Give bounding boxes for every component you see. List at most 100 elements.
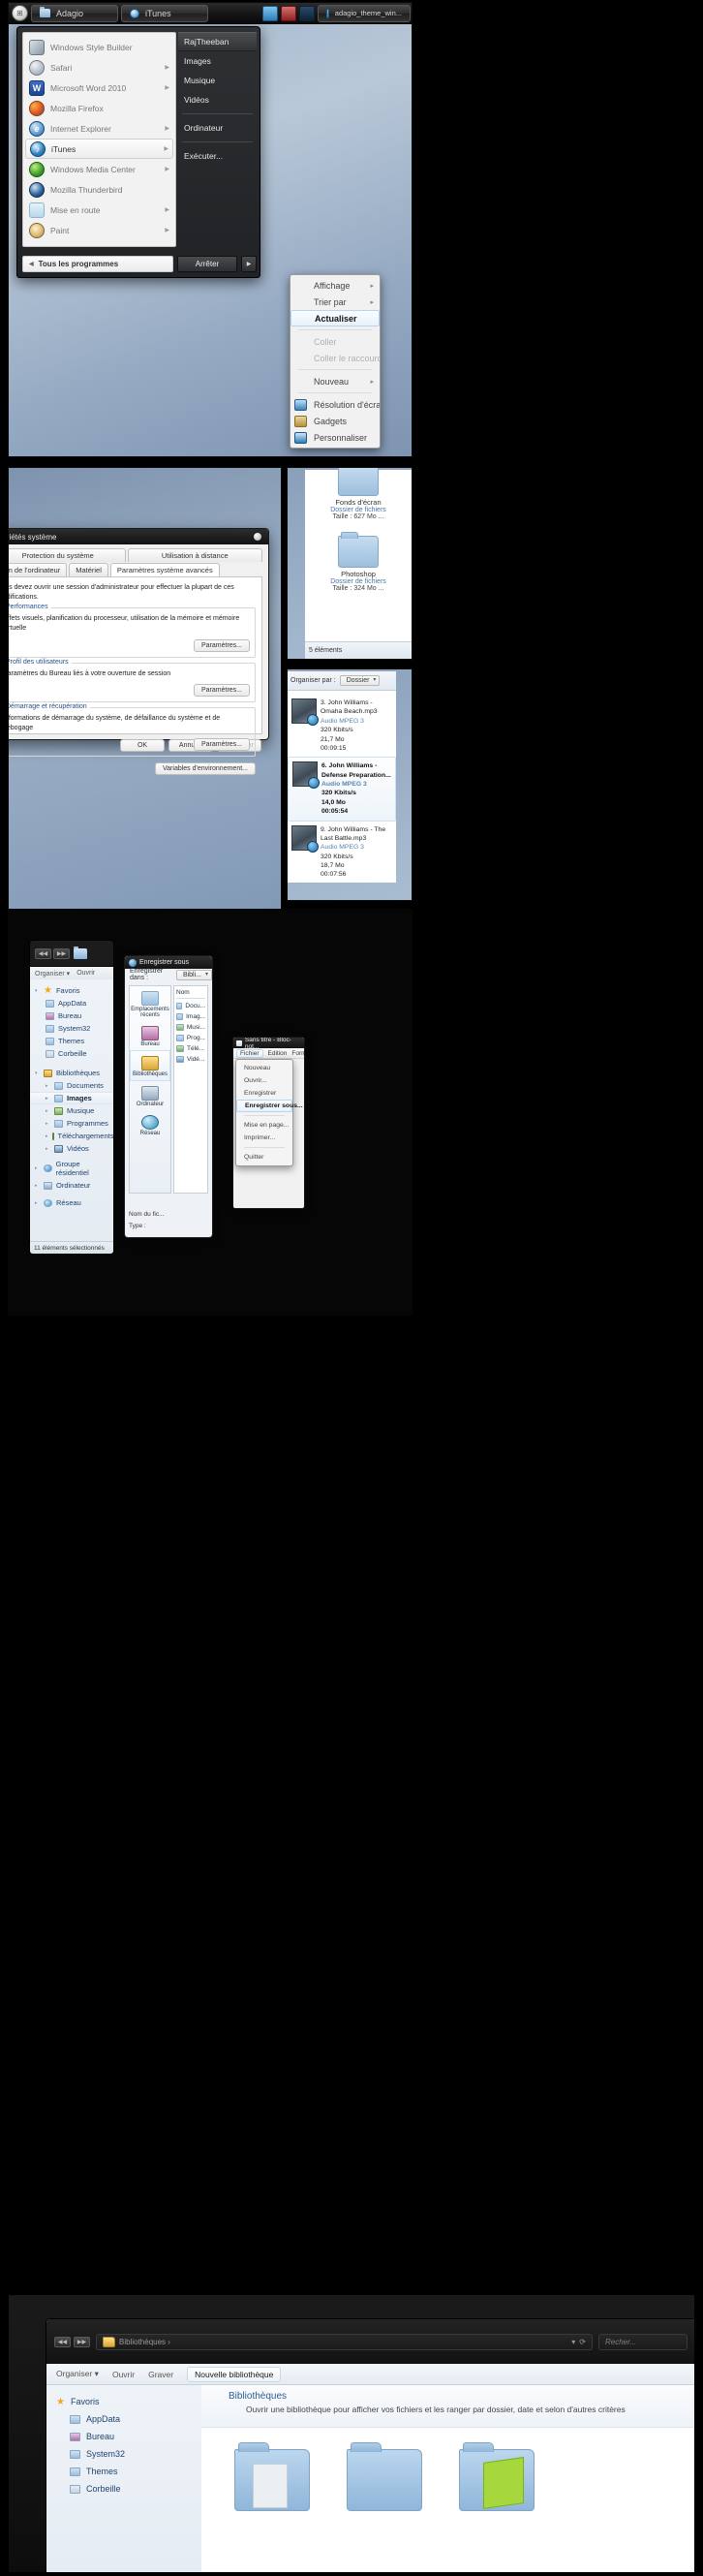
context-item-trier-par[interactable]: Trier par ▸ <box>290 294 380 310</box>
taskbar-item-itunes[interactable]: iTunes <box>121 4 208 22</box>
taskbar-item-theme[interactable]: adagio_theme_win... <box>318 4 411 22</box>
nav-item-groupe-residentiel[interactable]: ▸ Groupe résidentiel <box>30 1160 113 1177</box>
expand-arrow-icon[interactable]: ▸ <box>35 1165 40 1171</box>
startup-settings-button[interactable]: Paramètres... <box>193 737 250 751</box>
context-item-affichage[interactable]: Affichage ▸ <box>290 277 380 294</box>
menu-fichier[interactable]: Fichier <box>236 1048 263 1058</box>
organize-button[interactable]: Organiser ▾ <box>56 2369 99 2379</box>
place-bibliotheques[interactable]: Bibliothèques <box>130 1050 170 1081</box>
start-menu-item-thunderbird[interactable]: Mozilla Thunderbird <box>25 179 173 200</box>
start-menu-place-user[interactable]: RajTheeban <box>178 32 257 51</box>
menu-item-nouveau[interactable]: Nouveau <box>236 1062 292 1074</box>
menu-item-ouvrir[interactable]: Ouvrir... <box>236 1074 292 1087</box>
taskbar-item-adagio[interactable]: Adagio <box>31 4 118 22</box>
menu-item-quitter[interactable]: Quitter <box>236 1151 292 1164</box>
taskbar[interactable]: ⊞ Adagio iTunes adagio_theme_win... <box>9 3 412 24</box>
expand-arrow-icon[interactable]: ▸ <box>35 1200 40 1206</box>
column-header-nom[interactable]: Nom <box>176 989 205 999</box>
nav-item-appdata[interactable]: AppData <box>46 2410 201 2428</box>
expand-arrow-icon[interactable]: ▸ <box>46 1121 50 1127</box>
dialog-titlebar[interactable]: Propriétés système <box>9 529 268 544</box>
nav-item-documents[interactable]: ▸ Documents <box>30 1079 113 1092</box>
nav-item-images[interactable]: ▸ Images <box>30 1092 113 1104</box>
tab-utilisation-distance[interactable]: Utilisation à distance <box>127 548 262 562</box>
library-item-musique[interactable] <box>347 2442 422 2511</box>
nav-item-reseau[interactable]: ▸ Réseau <box>30 1196 113 1209</box>
library-item-documents[interactable] <box>234 2442 310 2511</box>
file-list-item[interactable]: Docu... <box>176 1001 205 1011</box>
userprofile-settings-button[interactable]: Paramètres... <box>193 683 250 697</box>
organize-dropdown[interactable]: Dossier <box>339 675 381 686</box>
start-orb-button[interactable]: ⊞ <box>12 5 28 21</box>
nav-item-telechargements[interactable]: ▸ Téléchargements <box>30 1130 113 1142</box>
shutdown-button[interactable]: Arrêter <box>177 256 237 272</box>
file-list-item[interactable]: Imag... <box>176 1011 205 1022</box>
nav-item-system32[interactable]: System32 <box>46 2445 201 2463</box>
expand-arrow-icon[interactable]: ▸ <box>46 1133 48 1139</box>
place-bureau[interactable]: Bureau <box>130 1021 170 1050</box>
menu-format[interactable]: Form... <box>291 1050 304 1057</box>
start-menu-place-videos[interactable]: Vidéos <box>178 90 257 109</box>
expand-arrow-icon[interactable]: ▸ <box>46 1083 50 1089</box>
organize-button[interactable]: Organiser ▾ <box>35 970 70 978</box>
nav-item-favoris[interactable]: ★ Favoris <box>46 2393 201 2410</box>
nav-item-appdata[interactable]: AppData <box>30 997 113 1009</box>
file-list-item[interactable]: Télé... <box>176 1043 205 1054</box>
expand-arrow-icon[interactable]: ▾ <box>35 1071 40 1076</box>
refresh-icon[interactable]: ⟳ <box>579 2338 586 2346</box>
place-ordinateur[interactable]: Ordinateur <box>130 1081 170 1110</box>
nav-item-bureau[interactable]: Bureau <box>46 2428 201 2445</box>
folder-item-fonds-decran[interactable]: Fonds d'écran Dossier de fichiers Taille… <box>305 468 412 520</box>
close-icon[interactable] <box>254 533 261 541</box>
place-reseau[interactable]: Réseau <box>130 1110 170 1139</box>
tray-gadget-icon[interactable] <box>262 5 278 21</box>
open-button[interactable]: Ouvrir <box>76 970 95 977</box>
tab-parametres-systeme-avances[interactable]: Paramètres système avancés <box>109 563 220 576</box>
place-emplacements-recents[interactable]: Emplacements récents <box>130 986 170 1021</box>
file-list-item[interactable]: Vidé... <box>176 1054 205 1065</box>
new-library-button[interactable]: Nouvelle bibliothèque <box>187 2366 282 2382</box>
back-button[interactable]: ◀◀ <box>54 2336 71 2347</box>
start-menu-item-mise-en-route[interactable]: Mise en route ▶ <box>25 200 173 220</box>
environment-variables-button[interactable]: Variables d'environnement... <box>155 761 256 775</box>
start-menu-item-safari[interactable]: Safari ▶ <box>25 57 173 78</box>
menu-item-enregistrer-sous[interactable]: Enregistrer sous... <box>236 1100 303 1112</box>
nav-item-musique[interactable]: ▸ Musique <box>30 1104 113 1117</box>
nav-item-favoris[interactable]: ▾ ★ Favoris <box>30 984 113 997</box>
nav-item-corbeille[interactable]: Corbeille <box>30 1047 113 1060</box>
expand-arrow-icon[interactable]: ▸ <box>46 1096 50 1102</box>
menu-item-mise-en-page[interactable]: Mise en page... <box>236 1119 292 1132</box>
start-menu-place-musique[interactable]: Musique <box>178 71 257 90</box>
context-item-personnaliser[interactable]: Personnaliser <box>290 429 380 446</box>
start-menu-item-firefox[interactable]: Mozilla Firefox <box>25 98 173 118</box>
start-menu-item-word[interactable]: W Microsoft Word 2010 ▶ <box>25 78 173 98</box>
nav-item-system32[interactable]: System32 <box>30 1022 113 1035</box>
nav-item-ordinateur[interactable]: ▸ Ordinateur <box>30 1179 113 1192</box>
start-menu-place-images[interactable]: Images <box>178 51 257 71</box>
start-menu-item-internet-explorer[interactable]: e Internet Explorer ▶ <box>25 118 173 139</box>
nav-item-corbeille[interactable]: Corbeille <box>46 2480 201 2498</box>
tab-materiel[interactable]: Matériel <box>69 563 108 576</box>
start-menu-item-itunes[interactable]: ♪ iTunes ▶ <box>25 139 173 159</box>
location-dropdown[interactable]: Bibli... <box>175 969 212 980</box>
context-item-nouveau[interactable]: Nouveau ▸ <box>290 373 380 389</box>
nav-item-bibliotheques[interactable]: ▾ Bibliothèques <box>30 1067 113 1079</box>
start-menu-place-ordinateur[interactable]: Ordinateur <box>178 118 257 138</box>
start-menu-item-paint[interactable]: Paint ▶ <box>25 220 173 240</box>
burn-button[interactable]: Graver <box>148 2370 173 2379</box>
performance-settings-button[interactable]: Paramètres... <box>193 638 250 652</box>
explorer-titlebar[interactable]: ◀◀ ▶▶ <box>30 941 113 966</box>
context-item-gadgets[interactable]: Gadgets <box>290 413 380 429</box>
nav-item-videos[interactable]: ▸ Vidéos <box>30 1142 113 1155</box>
menu-item-imprimer[interactable]: Imprimer... <box>236 1132 292 1144</box>
menu-item-enregistrer[interactable]: Enregistrer <box>236 1087 292 1100</box>
context-item-coller-raccourci[interactable]: Coller le raccourci <box>290 350 380 366</box>
tab-protection-systeme[interactable]: Protection du système <box>9 548 126 562</box>
start-menu-item-windows-media-center[interactable]: Windows Media Center ▶ <box>25 159 173 179</box>
expand-arrow-icon[interactable]: ▾ <box>35 988 40 994</box>
all-programs-button[interactable]: ◀ Tous les programmes <box>22 256 173 272</box>
forward-button[interactable]: ▶▶ <box>74 2336 90 2347</box>
search-input[interactable]: Recher... <box>598 2333 688 2350</box>
open-button[interactable]: Ouvrir <box>112 2370 135 2379</box>
back-button[interactable]: ◀◀ <box>35 947 51 959</box>
